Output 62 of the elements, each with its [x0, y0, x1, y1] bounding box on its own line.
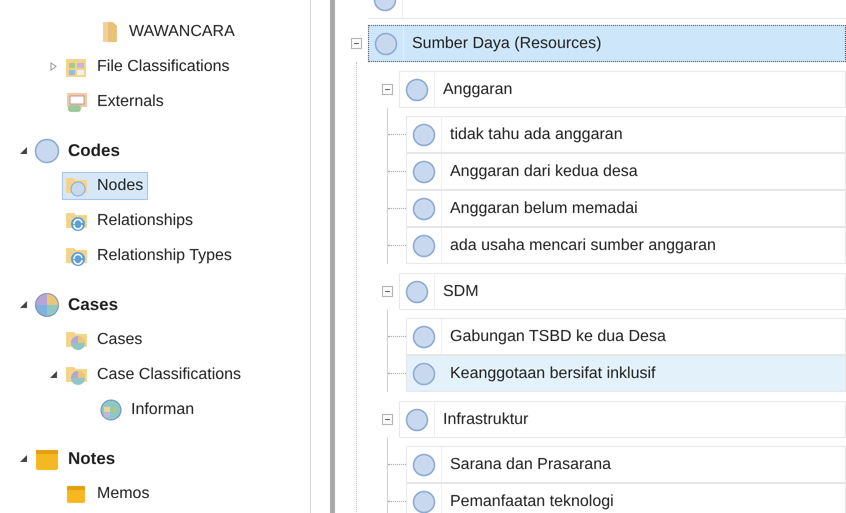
- node-name: tidak tahu ada anggaran: [449, 126, 623, 144]
- circle-icon: [412, 490, 436, 513]
- sidebar-item[interactable]: WAWANCARA: [96, 16, 240, 46]
- circle-icon: [412, 122, 436, 146]
- sidebar-item[interactable]: File Classifications: [62, 52, 234, 80]
- collapse-icon[interactable]: [382, 84, 392, 95]
- collapse-arrow-icon[interactable]: [18, 454, 28, 463]
- tree-row[interactable]: Sumber Daya (Resources): [368, 25, 846, 62]
- sidebar-item[interactable]: Externals: [62, 88, 169, 116]
- collapse-arrow-icon[interactable]: [18, 300, 28, 309]
- circle-icon: [412, 452, 436, 476]
- sidebar-item[interactable]: Nodes: [62, 172, 148, 200]
- tree-row[interactable]: Keanggotaan bersifat inklusif: [406, 355, 846, 392]
- sidebar-item[interactable]: Cases: [62, 326, 148, 354]
- node-name: Keanggotaan bersifat inklusif: [449, 364, 656, 382]
- sidebar-item[interactable]: Relationship Types: [62, 242, 237, 270]
- node-name: Anggaran: [442, 80, 512, 98]
- sidebar-heading[interactable]: Codes: [68, 140, 120, 160]
- circle-icon: [405, 408, 429, 432]
- node-name: Gabungan TSBD ke dua Desa: [449, 328, 666, 346]
- expand-arrow-icon[interactable]: [48, 62, 58, 71]
- node-name: Anggaran dari kedua desa: [449, 162, 638, 180]
- pie-table-icon: [99, 398, 123, 422]
- node-name: Sarana dan Prasarana: [449, 456, 611, 474]
- circle-icon: [34, 138, 60, 164]
- node-name: ada usaha mencari sumber anggaran: [449, 236, 716, 254]
- collapse-icon[interactable]: [382, 286, 392, 297]
- tree-row[interactable]: ada usaha mencari sumber anggaran: [406, 227, 846, 264]
- tree-row[interactable]: SDM: [399, 273, 846, 310]
- sidebar-item[interactable]: Memos: [62, 480, 154, 508]
- circle-icon: [412, 362, 436, 386]
- sidebar-item[interactable]: Case Classifications: [62, 360, 246, 388]
- circle-icon: [412, 196, 436, 220]
- sidebar-item[interactable]: Informan: [96, 394, 200, 424]
- sidebar-heading[interactable]: Notes: [68, 448, 116, 468]
- tree-row[interactable]: Gabungan TSBD ke dua Desa: [406, 318, 846, 355]
- tree-row[interactable]: Anggaran: [399, 71, 846, 108]
- node-name: Pemanfaatan teknologi: [449, 492, 614, 510]
- node-name: SDM: [442, 282, 479, 300]
- node-name: Anggaran belum memadai: [449, 200, 638, 218]
- collapse-icon[interactable]: [382, 414, 392, 425]
- tree-row[interactable]: Infrastruktur: [399, 401, 846, 438]
- node-name: Infrastruktur: [442, 410, 528, 428]
- table-link-icon: [65, 90, 89, 112]
- sidebar-heading[interactable]: Cases: [68, 294, 118, 314]
- tree-row[interactable]: Anggaran dari kedua desa: [406, 153, 846, 190]
- circle-icon: [405, 78, 429, 102]
- circle-icon: [412, 234, 436, 258]
- node-name: Sumber Daya (Resources): [411, 34, 602, 52]
- circle-icon: [412, 324, 436, 348]
- collapse-arrow-icon[interactable]: [18, 146, 28, 155]
- pie-icon: [34, 292, 60, 318]
- tree-row[interactable]: Sarana dan Prasarana: [406, 446, 846, 483]
- collapse-icon[interactable]: [350, 38, 362, 49]
- circle-icon: [374, 32, 398, 56]
- circle-icon: [412, 160, 436, 184]
- tree-row[interactable]: Anggaran belum memadai: [406, 190, 846, 227]
- tree-row[interactable]: tidak tahu ada anggaran: [406, 116, 846, 153]
- circle-icon: [405, 280, 429, 304]
- tree-row[interactable]: Pemanfaatan teknologi: [406, 483, 846, 513]
- collapse-arrow-icon[interactable]: [48, 370, 58, 379]
- sidebar-item[interactable]: Relationships: [62, 206, 198, 234]
